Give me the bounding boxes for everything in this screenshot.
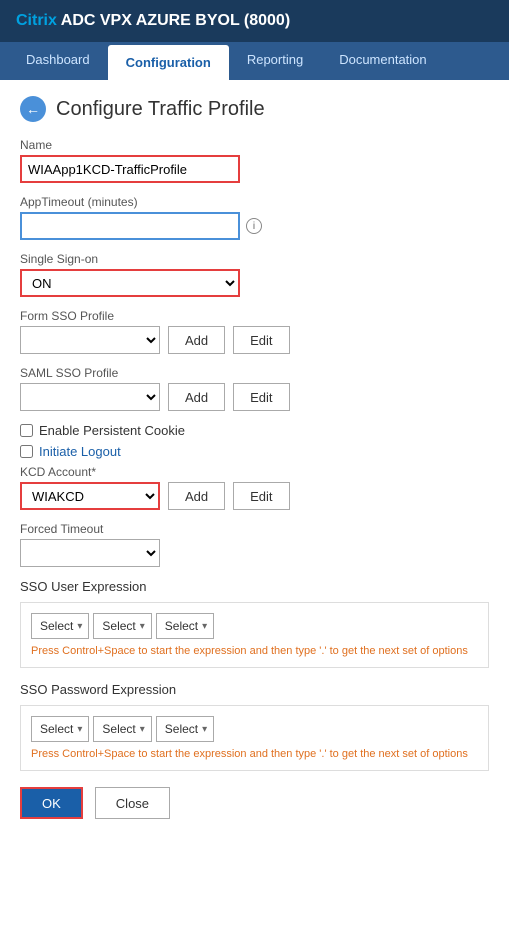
sso-pass-select-1-label: Select xyxy=(40,722,73,736)
saml-sso-label: SAML SSO Profile xyxy=(20,366,489,380)
form-sso-row: Add Edit xyxy=(20,326,489,354)
forced-timeout-select[interactable] xyxy=(20,539,160,567)
kcd-label: KCD Account* xyxy=(20,465,489,479)
sso-user-select-1-label: Select xyxy=(40,619,73,633)
sso-pass-select-3[interactable]: Select ▾ xyxy=(156,716,214,742)
forced-timeout-label: Forced Timeout xyxy=(20,522,489,536)
chevron-down-icon-6: ▾ xyxy=(202,724,207,735)
saml-sso-select[interactable] xyxy=(20,383,160,411)
chevron-down-icon-4: ▾ xyxy=(77,724,82,735)
brand-citrix: Citrix xyxy=(16,12,57,29)
form-sso-edit-button[interactable]: Edit xyxy=(233,326,289,354)
nav-configuration[interactable]: Configuration xyxy=(108,45,229,80)
sso-pass-select-2-label: Select xyxy=(102,722,135,736)
forced-timeout-group: Forced Timeout xyxy=(20,522,489,567)
chevron-down-icon-1: ▾ xyxy=(77,621,82,632)
kcd-group: KCD Account* WIAKCD Add Edit xyxy=(20,465,489,510)
name-label: Name xyxy=(20,138,489,152)
sso-user-expr-dropdowns: Select ▾ Select ▾ Select ▾ xyxy=(31,613,478,639)
sso-user-expr-hint: Press Control+Space to start the express… xyxy=(31,645,478,657)
form-sso-group: Form SSO Profile Add Edit xyxy=(20,309,489,354)
name-input[interactable] xyxy=(20,155,240,183)
sso-user-select-2[interactable]: Select ▾ xyxy=(93,613,151,639)
footer-buttons: OK Close xyxy=(20,787,489,819)
apptimeout-group: AppTimeout (minutes) i xyxy=(20,195,489,240)
form-sso-select[interactable] xyxy=(20,326,160,354)
info-icon[interactable]: i xyxy=(246,218,262,234)
page-title: Configure Traffic Profile xyxy=(56,98,265,121)
initiate-logout-checkbox[interactable] xyxy=(20,445,33,458)
chevron-down-icon-3: ▾ xyxy=(202,621,207,632)
sso-pass-expr-label: SSO Password Expression xyxy=(20,682,489,697)
chevron-down-icon-5: ▾ xyxy=(140,724,145,735)
enable-cookie-checkbox[interactable] xyxy=(20,424,33,437)
sso-pass-expr-dropdowns: Select ▾ Select ▾ Select ▾ xyxy=(31,716,478,742)
ok-button[interactable]: OK xyxy=(20,787,83,819)
sso-label: Single Sign-on xyxy=(20,252,489,266)
sso-group: Single Sign-on ON OFF xyxy=(20,252,489,297)
sso-pass-select-3-label: Select xyxy=(165,722,198,736)
apptimeout-row: i xyxy=(20,212,489,240)
nav-dashboard[interactable]: Dashboard xyxy=(8,42,108,80)
nav-reporting[interactable]: Reporting xyxy=(229,42,321,80)
apptimeout-input[interactable] xyxy=(20,212,240,240)
saml-sso-group: SAML SSO Profile Add Edit xyxy=(20,366,489,411)
sso-user-expr-label: SSO User Expression xyxy=(20,579,489,594)
sso-pass-expr-hint: Press Control+Space to start the express… xyxy=(31,748,478,760)
initiate-logout-row: Initiate Logout xyxy=(20,444,489,459)
form-sso-add-button[interactable]: Add xyxy=(168,326,225,354)
form-sso-label: Form SSO Profile xyxy=(20,309,489,323)
back-button[interactable]: ← xyxy=(20,96,46,122)
close-button[interactable]: Close xyxy=(95,787,170,819)
sso-select[interactable]: ON OFF xyxy=(20,269,240,297)
sso-pass-select-2[interactable]: Select ▾ xyxy=(93,716,151,742)
sso-pass-expr-group: SSO Password Expression Select ▾ Select … xyxy=(20,682,489,771)
app-header: Citrix ADC VPX AZURE BYOL (8000) xyxy=(0,0,509,42)
sso-user-select-2-label: Select xyxy=(102,619,135,633)
sso-user-select-3[interactable]: Select ▾ xyxy=(156,613,214,639)
sso-user-expr-group: SSO User Expression Select ▾ Select ▾ Se… xyxy=(20,579,489,668)
kcd-add-button[interactable]: Add xyxy=(168,482,225,510)
page-content: ← Configure Traffic Profile Name AppTime… xyxy=(0,80,509,940)
sso-user-select-3-label: Select xyxy=(165,619,198,633)
enable-cookie-label[interactable]: Enable Persistent Cookie xyxy=(39,423,185,438)
saml-sso-row: Add Edit xyxy=(20,383,489,411)
sso-pass-expr-section: Select ▾ Select ▾ Select ▾ Press Control… xyxy=(20,705,489,771)
name-group: Name xyxy=(20,138,489,183)
sso-user-select-1[interactable]: Select ▾ xyxy=(31,613,89,639)
kcd-edit-button[interactable]: Edit xyxy=(233,482,289,510)
kcd-select[interactable]: WIAKCD xyxy=(20,482,160,510)
title-row: ← Configure Traffic Profile xyxy=(20,96,489,122)
nav-documentation[interactable]: Documentation xyxy=(321,42,444,80)
apptimeout-label: AppTimeout (minutes) xyxy=(20,195,489,209)
initiate-logout-label[interactable]: Initiate Logout xyxy=(39,444,121,459)
saml-sso-edit-button[interactable]: Edit xyxy=(233,383,289,411)
header-title: ADC VPX AZURE BYOL (8000) xyxy=(57,12,290,29)
kcd-row: WIAKCD Add Edit xyxy=(20,482,489,510)
sso-pass-select-1[interactable]: Select ▾ xyxy=(31,716,89,742)
chevron-down-icon-2: ▾ xyxy=(140,621,145,632)
sso-user-expr-section: Select ▾ Select ▾ Select ▾ Press Control… xyxy=(20,602,489,668)
main-nav: Dashboard Configuration Reporting Docume… xyxy=(0,42,509,80)
saml-sso-add-button[interactable]: Add xyxy=(168,383,225,411)
enable-cookie-row: Enable Persistent Cookie xyxy=(20,423,489,438)
